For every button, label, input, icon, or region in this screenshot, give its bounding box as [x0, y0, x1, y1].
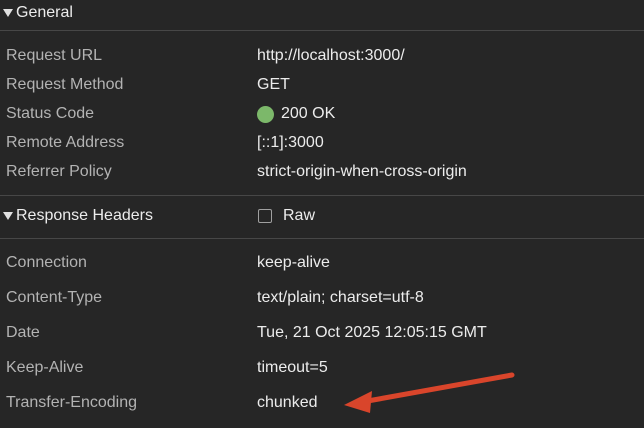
- raw-toggle[interactable]: Raw: [258, 205, 315, 227]
- section-divider: [0, 30, 644, 31]
- response-row-connection: Connection keep-alive: [0, 252, 644, 274]
- header-value: text/plain; charset=utf-8: [257, 289, 424, 306]
- header-value: [::1]:3000: [257, 134, 324, 151]
- header-key: Connection: [6, 254, 87, 271]
- header-key: Transfer-Encoding: [6, 394, 138, 411]
- header-key: Remote Address: [6, 134, 125, 151]
- response-row-keep-alive: Keep-Alive timeout=5: [0, 357, 644, 379]
- header-key: Request Method: [6, 76, 124, 93]
- raw-label: Raw: [283, 207, 316, 224]
- headers-panel: General Request URL http://localhost:300…: [0, 0, 644, 428]
- header-value: strict-origin-when-cross-origin: [257, 163, 467, 180]
- raw-checkbox[interactable]: [258, 209, 272, 223]
- section-divider: [0, 238, 644, 239]
- section-divider: [0, 195, 644, 196]
- response-headers-section-header[interactable]: Response Headers: [0, 201, 644, 231]
- header-value: keep-alive: [257, 254, 330, 271]
- response-row-date: Date Tue, 21 Oct 2025 12:05:15 GMT: [0, 322, 644, 344]
- response-row-content-type: Content-Type text/plain; charset=utf-8: [0, 287, 644, 309]
- header-key: Content-Type: [6, 289, 103, 306]
- general-row-remote-address: Remote Address [::1]:3000: [0, 132, 644, 154]
- general-row-status-code: Status Code 200 OK: [0, 103, 644, 125]
- general-section-title: General: [16, 4, 73, 21]
- status-code-text: 200 OK: [281, 105, 336, 122]
- triangle-down-icon: [3, 9, 13, 17]
- general-row-request-url: Request URL http://localhost:3000/: [0, 45, 644, 67]
- header-value: GET: [257, 76, 290, 93]
- general-section-header[interactable]: General: [0, 0, 644, 28]
- status-dot-icon: [257, 105, 274, 123]
- header-key: Request URL: [6, 47, 103, 64]
- header-key: Keep-Alive: [6, 359, 84, 376]
- general-row-referrer-policy: Referrer Policy strict-origin-when-cross…: [0, 161, 644, 183]
- header-key: Status Code: [6, 105, 95, 122]
- header-key: Referrer Policy: [6, 163, 112, 180]
- header-value: Tue, 21 Oct 2025 12:05:15 GMT: [257, 324, 487, 341]
- triangle-down-icon: [3, 212, 13, 220]
- general-row-request-method: Request Method GET: [0, 74, 644, 96]
- response-headers-section-title: Response Headers: [16, 207, 153, 224]
- header-key: Date: [6, 324, 40, 341]
- header-value: http://localhost:3000/: [257, 47, 405, 64]
- header-value: timeout=5: [257, 359, 328, 376]
- response-row-transfer-encoding: Transfer-Encoding chunked: [0, 392, 644, 414]
- header-value: chunked: [257, 394, 318, 411]
- status-code-value: 200 OK: [257, 105, 335, 123]
